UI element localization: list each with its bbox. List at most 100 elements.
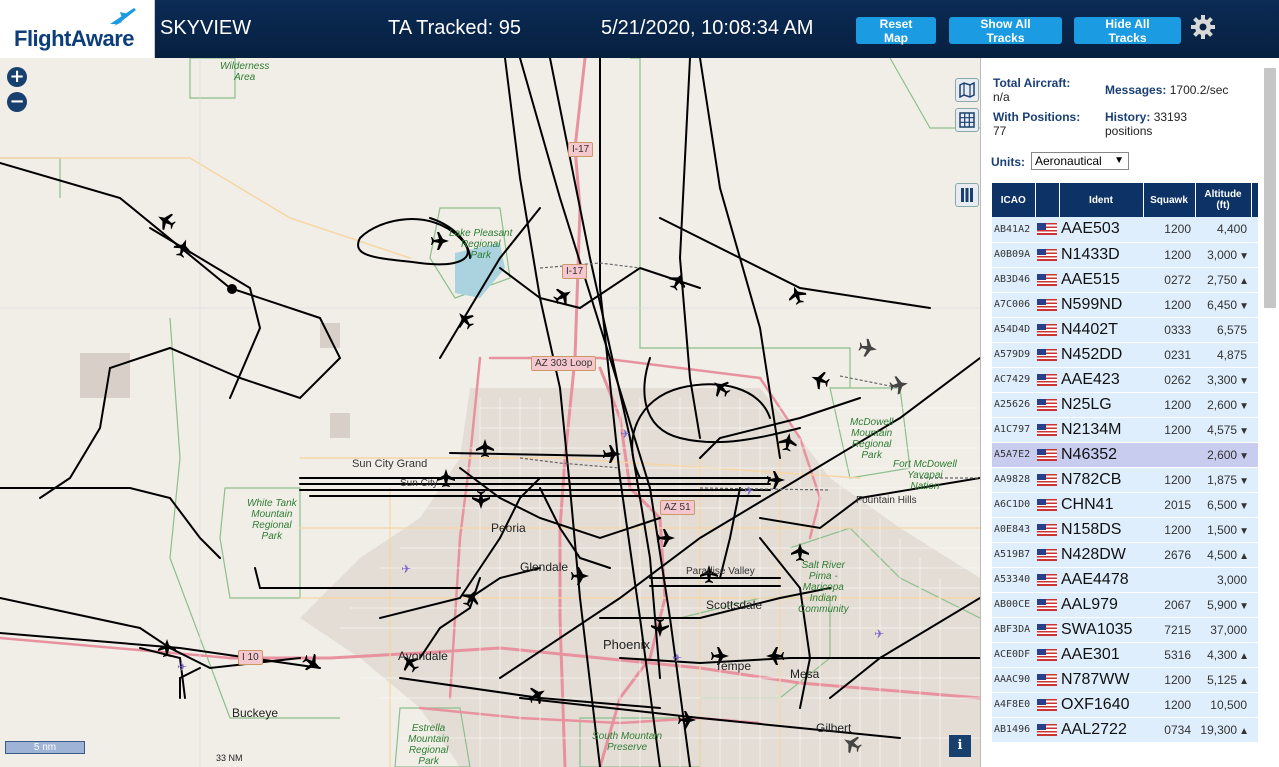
shield-i17: I-17 <box>562 264 588 279</box>
flag-cell <box>1035 267 1059 293</box>
history-stat: History: 33193 positions <box>1105 110 1187 138</box>
table-row[interactable]: AC7429 AAE423 0262 3,300 ▼ <box>992 367 1258 393</box>
trend-cell <box>1251 367 1258 393</box>
column-toggle-button[interactable] <box>955 183 979 207</box>
table-row[interactable]: AAAC90 N787WW 1200 5,125 ▲ <box>992 667 1258 693</box>
total-aircraft-label: Total Aircraft: <box>993 76 1071 90</box>
table-row[interactable]: A25626 N25LG 1200 2,600 ▼ <box>992 392 1258 418</box>
altitude-cell: 3,000 ▼ <box>1195 242 1251 268</box>
map-view[interactable]: ✈ ✈ ✈ ✈ ✈ ✈ Wilderness Area Lake Pleasan… <box>0 58 980 767</box>
table-row[interactable]: A5A7E2 N46352 2,600 ▼ <box>992 442 1258 468</box>
altitude-cell: 6,575 <box>1195 317 1251 343</box>
altitude-trend-icon: ▼ <box>1239 475 1249 487</box>
svg-text:✈: ✈ <box>177 660 187 674</box>
us-flag-icon <box>1037 373 1057 386</box>
ident-cell: N599ND <box>1059 292 1143 318</box>
table-row[interactable]: A0E843 N158DS 1200 1,500 ▼ <box>992 517 1258 543</box>
altitude-cell: 2,600 ▼ <box>1195 442 1251 468</box>
col-header-squawk[interactable]: Squawk <box>1143 183 1196 217</box>
scale-bar: 5 nm <box>5 741 85 754</box>
table-row[interactable]: AB41A2 AAE503 1200 4,400 <box>992 217 1258 243</box>
ident-cell: N46352 <box>1059 442 1143 468</box>
label-white-tank: White Tank Mountain Regional Park <box>247 498 297 542</box>
grid-toggle-button[interactable] <box>955 108 979 132</box>
zoom-out-button[interactable]: − <box>7 92 27 112</box>
icao-cell: A579D9 <box>992 342 1035 368</box>
map-basemap: ✈ ✈ ✈ ✈ ✈ ✈ <box>0 58 980 767</box>
info-button[interactable]: i <box>949 735 971 757</box>
table-row[interactable]: A579D9 N452DD 0231 4,875 <box>992 342 1258 368</box>
altitude-value: 6,575 <box>1216 322 1247 337</box>
col-header-flag[interactable] <box>1035 183 1060 217</box>
svg-text:✈: ✈ <box>744 484 754 498</box>
table-row[interactable]: A7C006 N599ND 1200 6,450 ▼ <box>992 292 1258 318</box>
altitude-cell: 1,875 ▼ <box>1195 467 1251 493</box>
icao-cell: A25626 <box>992 392 1035 418</box>
us-flag-icon <box>1037 273 1057 286</box>
table-row[interactable]: A4F8E0 OXF1640 1200 10,500 <box>992 692 1258 718</box>
table-row[interactable]: A519B7 N428DW 2676 4,500 ▲ <box>992 542 1258 568</box>
history-label: History: <box>1105 110 1151 124</box>
label-south-mountain: South Mountain Preserve <box>592 731 663 753</box>
us-flag-icon <box>1037 498 1057 511</box>
trend-cell <box>1251 317 1258 343</box>
altitude-cell: 4,875 <box>1195 342 1251 368</box>
table-row[interactable]: AB00CE AAL979 2067 5,900 ▼ <box>992 592 1258 618</box>
table-row[interactable]: ACE0DF AAE301 5316 4,300 ▲ <box>992 642 1258 668</box>
table-row[interactable]: A1C797 N2134M 1200 4,575 ▼ <box>992 417 1258 443</box>
svg-text:✈: ✈ <box>620 427 630 441</box>
trend-cell <box>1251 492 1258 518</box>
ident-cell: N1433D <box>1059 242 1143 268</box>
col-header-altitude[interactable]: Altitude (ft) <box>1195 183 1252 217</box>
squawk-cell: 1200 <box>1143 467 1195 493</box>
units-select[interactable]: Aeronautical ▼ <box>1031 152 1129 170</box>
gear-icon[interactable] <box>1190 14 1216 40</box>
table-row[interactable]: A0B09A N1433D 1200 3,000 ▼ <box>992 242 1258 268</box>
altitude-trend-icon: ▼ <box>1239 600 1249 612</box>
col-header-icao[interactable]: ICAO <box>992 183 1036 217</box>
trend-cell <box>1251 292 1258 318</box>
flag-cell <box>1035 217 1059 243</box>
top-header: FlightAware SKYVIEW TA Tracked: 95 5/21/… <box>0 0 1279 58</box>
altitude-cell: 10,500 <box>1195 692 1251 718</box>
altitude-trend-icon: ▼ <box>1239 250 1249 262</box>
squawk-cell <box>1143 442 1195 468</box>
reset-map-button[interactable]: Reset Map <box>856 17 936 45</box>
table-row[interactable]: AB3D46 AAE515 0272 2,750 ▲ <box>992 267 1258 293</box>
label-buckeye: Buckeye <box>232 706 279 720</box>
altitude-trend-icon: ▼ <box>1239 450 1249 462</box>
altitude-value: 19,300 <box>1200 722 1238 737</box>
panel-scrollbar[interactable] <box>1264 68 1276 308</box>
squawk-cell <box>1143 567 1195 593</box>
squawk-cell: 2067 <box>1143 592 1195 618</box>
table-row[interactable]: AB1496 AAL2722 0734 19,300 ▲ <box>992 717 1258 743</box>
table-row[interactable]: A54D4D N4402T 0333 6,575 <box>992 317 1258 343</box>
icao-cell: AB1496 <box>992 717 1035 743</box>
messages-label: Messages: <box>1105 83 1167 97</box>
icao-cell: A7C006 <box>992 292 1035 318</box>
hide-all-tracks-button[interactable]: Hide All Tracks <box>1074 17 1181 45</box>
altitude-cell: 3,000 <box>1195 567 1251 593</box>
table-row[interactable]: A6C1D0 CHN41 2015 6,500 ▼ <box>992 492 1258 518</box>
ident-cell: CHN41 <box>1059 492 1143 518</box>
icao-cell: A0E843 <box>992 517 1035 543</box>
col-header-ident[interactable]: Ident <box>1059 183 1144 217</box>
map-layers-button[interactable] <box>955 78 979 102</box>
total-aircraft-value: n/a <box>993 90 1010 104</box>
ident-cell: N25LG <box>1059 392 1143 418</box>
zoom-in-button[interactable]: + <box>7 67 27 87</box>
trend-cell <box>1251 692 1258 718</box>
trend-cell <box>1251 267 1258 293</box>
grid-icon <box>959 112 975 128</box>
label-peoria: Peoria <box>491 521 526 535</box>
altitude-trend-icon: ▼ <box>1239 300 1249 312</box>
us-flag-icon <box>1037 473 1057 486</box>
flightaware-logo[interactable]: FlightAware <box>0 0 155 58</box>
table-row[interactable]: AA9828 N782CB 1200 1,875 ▼ <box>992 467 1258 493</box>
table-row[interactable]: A53340 AAE4478 3,000 <box>992 567 1258 593</box>
altitude-cell: 6,450 ▼ <box>1195 292 1251 318</box>
table-row[interactable]: ABF3DA SWA1035 7215 37,000 <box>992 617 1258 643</box>
squawk-cell: 2015 <box>1143 492 1195 518</box>
ident-cell: AAE503 <box>1059 217 1143 243</box>
show-all-tracks-button[interactable]: Show All Tracks <box>949 17 1062 45</box>
